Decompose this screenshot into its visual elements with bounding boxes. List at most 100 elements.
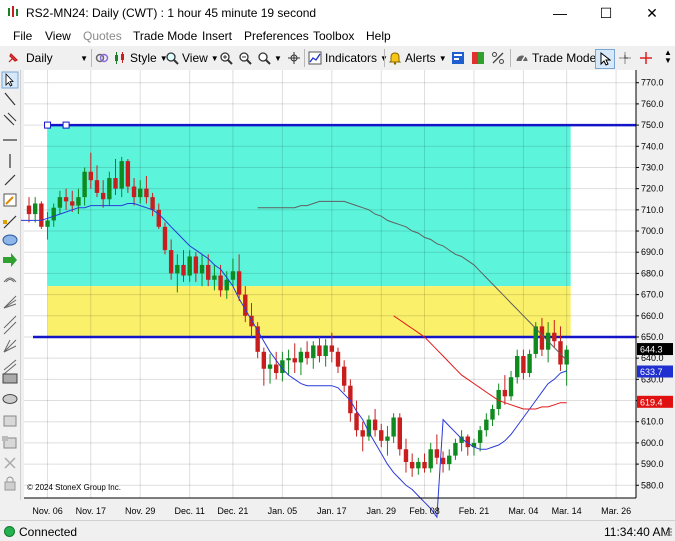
menu-quotes[interactable]: Quotes [83,29,122,43]
y-tick-label: 710.0 [641,205,664,215]
candle-body [391,417,396,437]
menu-view[interactable]: View [45,29,71,43]
candle-body [372,419,378,431]
connection-status: Connected [19,525,78,539]
menu-insert[interactable]: Insert [202,29,232,43]
x-tick-label: Feb. 08 [409,506,440,516]
candle-body [32,203,38,215]
menu-help[interactable]: Help [366,29,391,43]
candle-body [329,345,335,352]
pushpin-icon[interactable] [6,49,20,67]
zoom-menu[interactable]: ▼ [257,49,282,67]
channel-tool-icon[interactable] [3,315,17,335]
style-menu[interactable]: Style ▼ [113,49,168,67]
red-crosshair-icon[interactable] [639,49,653,67]
ma-slow-price-text: 619.4 [640,397,663,407]
title-bar: RS2-MN24: Daily (CWT) : 1 hour 45 minute… [0,0,675,26]
candle-body [521,356,526,373]
alerts-menu[interactable]: Alerts ▼ [388,49,447,67]
candle-body [502,389,508,397]
candle-body [144,188,149,198]
indicators-menu[interactable]: Indicators ▼ [308,49,388,67]
maximize-button[interactable]: ☐ [583,0,629,26]
fibonacci-arc-tool-icon[interactable] [3,277,17,283]
menu-toolbox[interactable]: Toolbox [313,29,354,43]
x-tick-label: Feb. 21 [459,506,490,516]
arrow-right-tool-icon[interactable] [3,253,17,267]
candle-body [94,180,100,193]
parallel-lines-tool-icon[interactable] [3,112,17,126]
candle-body [199,264,205,274]
candlestick-style-icon [115,52,124,64]
y-tick-label: 680.0 [641,268,664,278]
candle-body [490,409,495,420]
price-chart[interactable]: 580.0590.0600.0610.0620.0630.0640.0650.0… [21,70,675,520]
trade-mode-button[interactable]: Trade Mode [515,49,596,67]
trendline-tool-icon[interactable] [4,92,16,106]
candle-body [175,264,180,274]
x-tick-label: Nov. 29 [125,506,155,516]
candle-body [168,250,174,274]
pointer-tool-button[interactable] [595,49,615,69]
zoom-in-icon[interactable] [219,49,233,67]
crosshair-cursor-icon[interactable] [618,49,632,67]
cycle-lines-tool-icon[interactable] [3,359,17,375]
x-tick-label: Nov. 06 [32,506,62,516]
candle-body [397,417,402,450]
candle-body [515,356,520,378]
rectangle-tool-icon[interactable] [2,373,18,384]
ellipse-outline-tool-icon[interactable] [2,394,18,404]
view-menu[interactable]: View ▼ [165,49,219,67]
line-anchor-handle[interactable] [62,121,70,129]
candle-body [323,345,328,357]
candle-body [63,197,69,202]
template-tool-icon[interactable] [3,415,17,427]
candle-body [564,349,569,365]
candle-body [193,256,199,274]
x-tick-label: Jan. 17 [317,506,347,516]
toolbar-overflow-chevron-icon[interactable]: ▲ ▼ [664,49,672,67]
crosshair-icon[interactable] [287,49,301,67]
candle-body [360,430,365,437]
ellipse-tool-icon[interactable] [2,234,18,246]
select-arrow-tool-icon[interactable] [1,71,19,89]
link-icon[interactable] [95,49,109,67]
y-tick-label: 730.0 [641,162,664,172]
angle-tool-icon[interactable] [3,215,17,229]
close-button[interactable]: ✕ [629,0,675,26]
candle-body [162,226,168,251]
drawing-tools-panel [0,70,21,500]
resistance-zone-cyan[interactable] [47,125,571,287]
menu-trade-mode[interactable]: Trade Mode [133,29,197,43]
connection-status-icon [4,526,15,537]
candle-body [82,171,87,198]
candle-body [113,178,118,189]
indicators-icon [308,51,322,65]
ray-tool-icon[interactable] [4,174,16,186]
y-tick-label: 720.0 [641,184,664,194]
delete-drawing-icon[interactable] [4,457,16,469]
support-zone-yellow[interactable] [47,286,571,337]
fan-lines-tool-icon[interactable] [3,295,17,309]
percent-icon[interactable] [491,49,505,67]
buy-sell-icon[interactable] [471,49,485,67]
menu-file[interactable]: File [13,29,32,43]
annotation-pen-tool-icon[interactable] [3,193,17,207]
lock-drawings-icon[interactable] [4,476,16,491]
line-anchor-handle[interactable] [44,121,52,129]
copy-tool-icon[interactable] [2,436,17,449]
zoom-out-icon[interactable] [238,49,252,67]
close-icon: ✕ [646,4,658,21]
candle-body [39,203,44,227]
y-tick-label: 590.0 [641,459,664,469]
minimize-button[interactable]: — [537,0,583,26]
resize-grip-icon[interactable] [662,525,673,537]
ma-fast-price-text: 633.7 [640,367,663,377]
candle-body [131,186,137,198]
interval-select[interactable]: Daily ▼ [26,49,88,67]
candle-body [150,197,155,210]
gann-fan-tool-icon[interactable] [3,339,17,353]
menu-preferences[interactable]: Preferences [244,29,309,43]
candle-body [88,171,93,181]
order-ticket-icon[interactable] [451,49,465,67]
